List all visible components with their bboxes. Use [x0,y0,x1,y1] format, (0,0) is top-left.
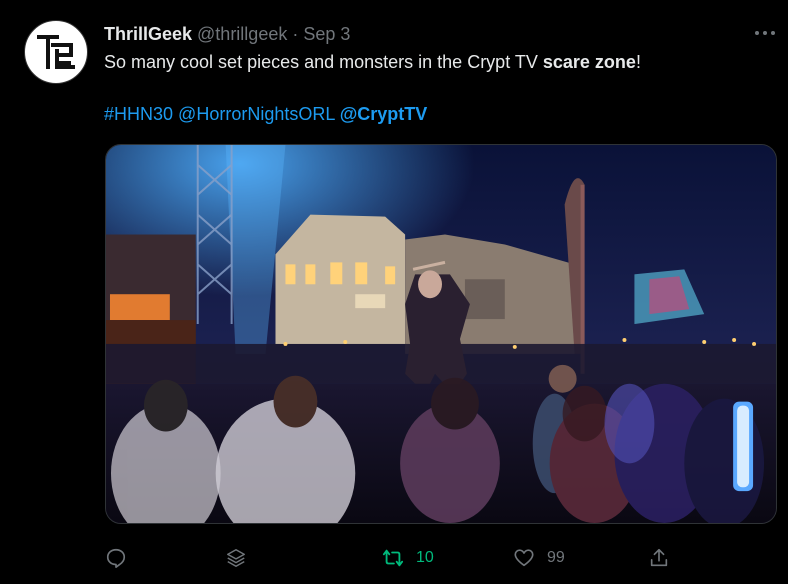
share-stack-button[interactable] [225,544,247,572]
more-icon [755,31,775,35]
retweet-count: 10 [416,549,434,566]
reply-icon [106,548,126,568]
reply-button[interactable] [105,544,127,572]
retweet-button[interactable]: 10 [382,544,434,572]
tweet-text: So many cool set pieces and monsters in … [104,50,641,74]
tweet-date[interactable]: Sep 3 [303,24,350,45]
tweet-text-part1: So many cool set pieces and monsters in … [104,52,543,72]
tweet-header: ThrillGeek @thrillgeek · Sep 3 [104,22,350,46]
heart-icon [514,549,534,567]
tweet[interactable]: ThrillGeek @thrillgeek · Sep 3 So many c… [0,0,788,584]
like-button[interactable]: 99 [513,544,565,572]
mention-link-horrornights[interactable]: @HorrorNightsORL [178,104,335,124]
tweet-tags: #HHN30 @HorrorNightsORL @CryptTV [104,102,427,126]
share-icon [650,548,668,567]
retweet-icon [382,549,404,567]
separator-dot: · [292,23,299,44]
tweet-text-bold: scare zone [542,52,636,72]
media-scene [106,145,776,523]
like-count: 99 [547,549,565,566]
user-handle[interactable]: @thrillgeek [197,24,287,45]
tweet-actions: 10 99 [0,540,788,576]
tweet-media-video[interactable] [105,144,777,524]
display-name[interactable]: ThrillGeek [104,24,192,45]
hashtag-link[interactable]: #HHN30 [104,104,173,124]
tweet-text-part2: ! [635,52,641,72]
layers-icon [227,549,245,567]
more-options-button[interactable] [752,22,778,44]
mention-link-crypttv[interactable]: @CryptTV [340,104,428,124]
thrillgeek-logo-icon [37,35,75,69]
avatar[interactable] [24,20,88,84]
share-button[interactable] [648,544,670,572]
